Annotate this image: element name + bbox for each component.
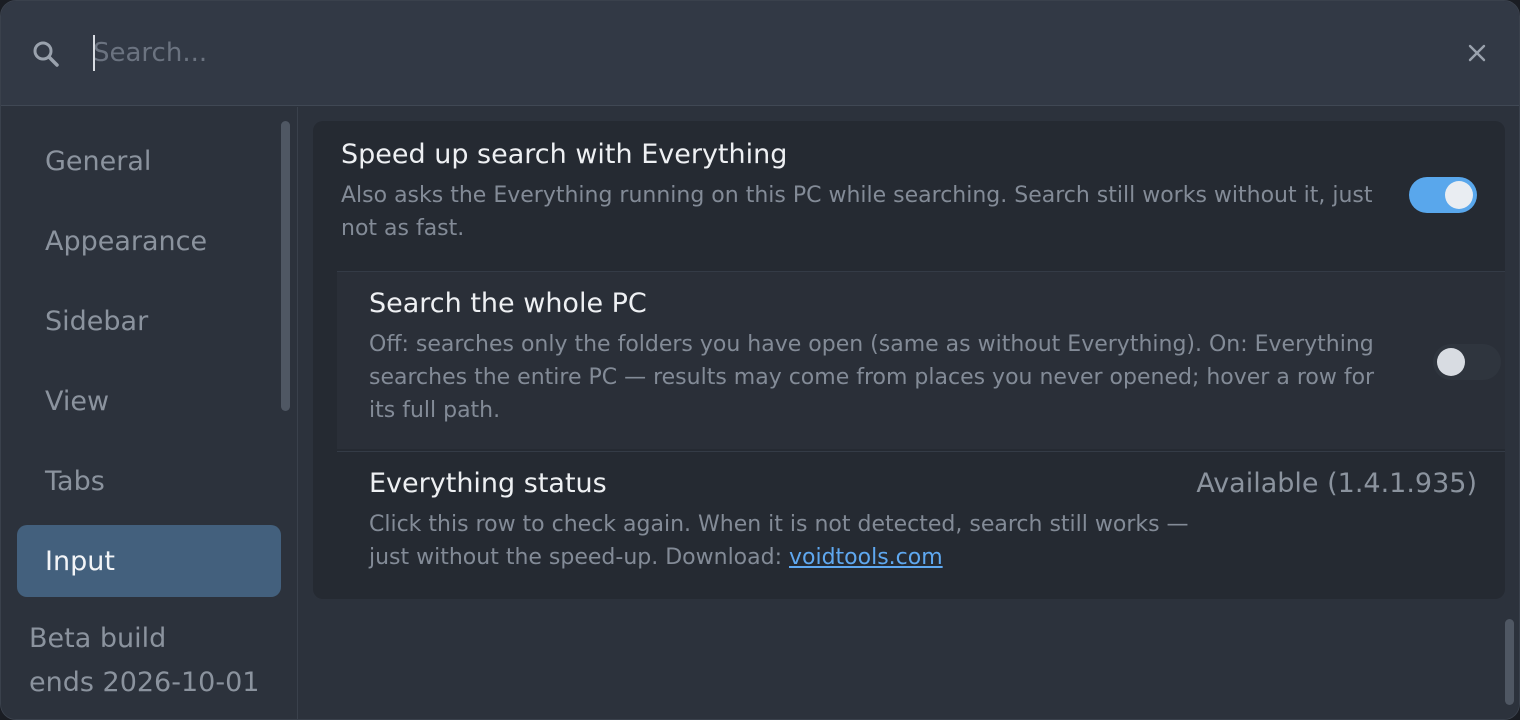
setting-title: Everything status — [369, 468, 607, 499]
sidebar-item-view[interactable]: View — [17, 365, 281, 437]
search-bar — [1, 1, 1519, 106]
sidebar-scrollbar-thumb[interactable] — [281, 121, 290, 411]
beta-build-note: Beta build ends 2026-10-01 — [29, 617, 289, 705]
toggle-knob — [1445, 181, 1473, 209]
sidebar-item-label: Sidebar — [45, 305, 149, 337]
sidebar-item-input[interactable]: Input — [17, 525, 281, 597]
setting-row-whole-pc: Search the whole PC Off: searches only t… — [337, 271, 1505, 449]
sidebar-item-tabs[interactable]: Tabs — [17, 445, 281, 517]
everything-settings-card: Speed up search with Everything Also ask… — [313, 121, 1505, 599]
settings-content: Speed up search with Everything Also ask… — [299, 107, 1519, 719]
speed-up-toggle[interactable] — [1409, 177, 1477, 213]
setting-title: Speed up search with Everything — [341, 139, 788, 170]
sidebar-item-label: View — [45, 385, 110, 417]
beta-note-line: Beta build — [29, 623, 167, 654]
beta-note-line: ends 2026-10-01 — [29, 667, 260, 698]
sidebar-item-appearance[interactable]: Appearance — [17, 205, 281, 277]
sidebar-item-sidebar[interactable]: Sidebar — [17, 285, 281, 357]
toggle-knob — [1437, 348, 1465, 376]
search-input[interactable] — [91, 31, 1391, 75]
sidebar-item-label: Tabs — [45, 465, 105, 497]
settings-sidebar: General Appearance Sidebar View Tabs Inp… — [1, 107, 298, 719]
text-caret — [93, 35, 95, 71]
search-icon — [33, 41, 59, 67]
setting-row-everything-status[interactable]: Everything status Click this row to chec… — [337, 451, 1505, 599]
sidebar-item-label: Input — [45, 545, 115, 577]
status-description-text: Click this row to check again. When it i… — [369, 512, 1189, 570]
settings-window: General Appearance Sidebar View Tabs Inp… — [0, 0, 1520, 720]
setting-description: Click this row to check again. When it i… — [369, 508, 1199, 574]
content-scrollbar-thumb[interactable] — [1505, 619, 1514, 705]
whole-pc-toggle[interactable] — [1433, 344, 1501, 380]
sidebar-item-label: General — [45, 145, 152, 177]
voidtools-link[interactable]: voidtools.com — [789, 545, 943, 570]
sidebar-item-label: Appearance — [45, 225, 208, 257]
setting-row-speed-up: Speed up search with Everything Also ask… — [313, 121, 1505, 269]
everything-status-value: Available (1.4.1.935) — [1196, 468, 1477, 499]
sidebar-item-general[interactable]: General — [17, 125, 281, 197]
setting-description: Also asks the Everything running on this… — [341, 183, 1373, 241]
setting-description: Off: searches only the folders you have … — [369, 332, 1375, 423]
setting-title: Search the whole PC — [369, 288, 647, 319]
close-icon[interactable] — [1461, 37, 1493, 69]
